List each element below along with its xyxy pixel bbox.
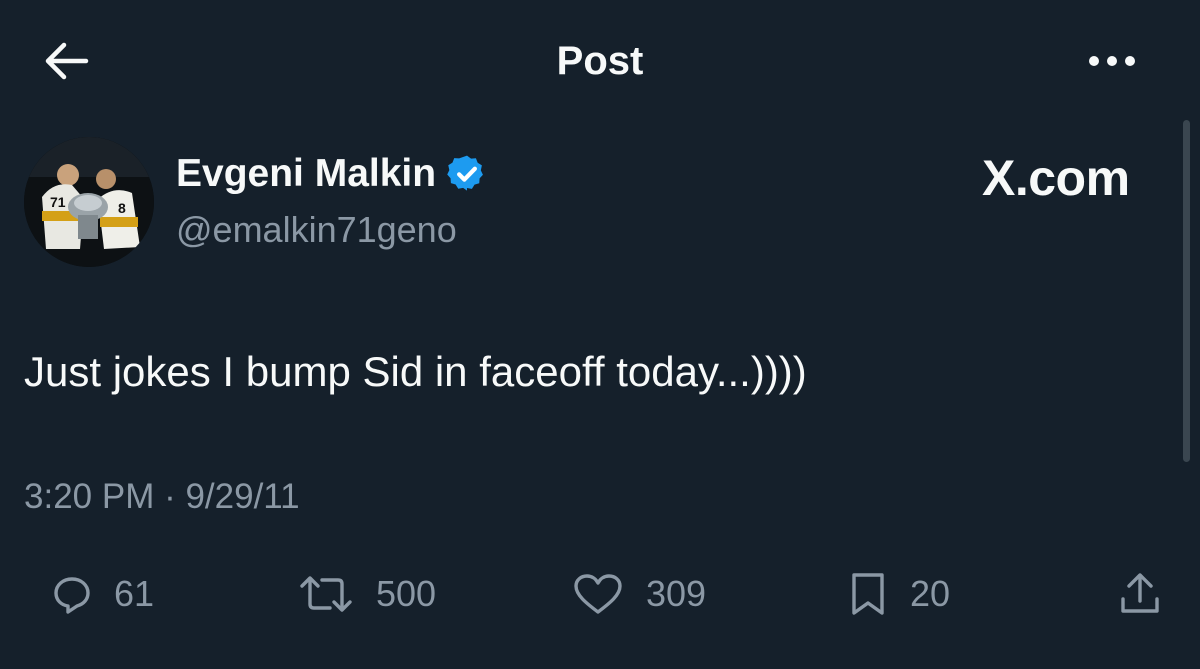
verified-badge-icon xyxy=(447,155,484,191)
svg-text:8: 8 xyxy=(118,200,126,216)
post-timestamp[interactable]: 3:20 PM · 9/29/11 xyxy=(24,474,300,520)
repost-count: 500 xyxy=(376,573,437,614)
bookmark-icon xyxy=(852,573,884,615)
like-count: 309 xyxy=(646,573,707,614)
heart-icon xyxy=(574,574,622,614)
reply-count: 61 xyxy=(114,573,155,614)
author-name-text: Evgeni Malkin xyxy=(176,152,437,195)
bookmark-button[interactable]: 20 xyxy=(848,566,950,622)
more-options-button[interactable] xyxy=(1080,36,1144,86)
share-icon xyxy=(1121,573,1159,613)
post-text: Just jokes I bump Sid in faceoff today..… xyxy=(24,348,807,395)
avatar-photo: 71 8 xyxy=(24,137,154,267)
source-watermark: X.com xyxy=(982,150,1130,206)
author-name[interactable]: Evgeni Malkin xyxy=(176,150,488,198)
repost-button[interactable]: 500 xyxy=(298,566,436,622)
repost-icon xyxy=(300,576,352,612)
svg-text:71: 71 xyxy=(50,194,66,210)
like-button[interactable]: 309 xyxy=(572,566,706,622)
page-title: Post xyxy=(556,39,644,83)
reply-button[interactable]: 61 xyxy=(52,566,154,622)
more-horizontal-icon xyxy=(1089,56,1135,66)
top-bar: Post xyxy=(0,0,1200,120)
scrollbar[interactable] xyxy=(1183,120,1190,462)
author-handle[interactable]: @emalkin71geno xyxy=(176,208,457,252)
avatar[interactable]: 71 8 xyxy=(24,137,154,267)
reply-icon xyxy=(54,577,90,614)
share-button[interactable] xyxy=(1118,566,1162,622)
bookmark-count: 20 xyxy=(910,573,951,614)
